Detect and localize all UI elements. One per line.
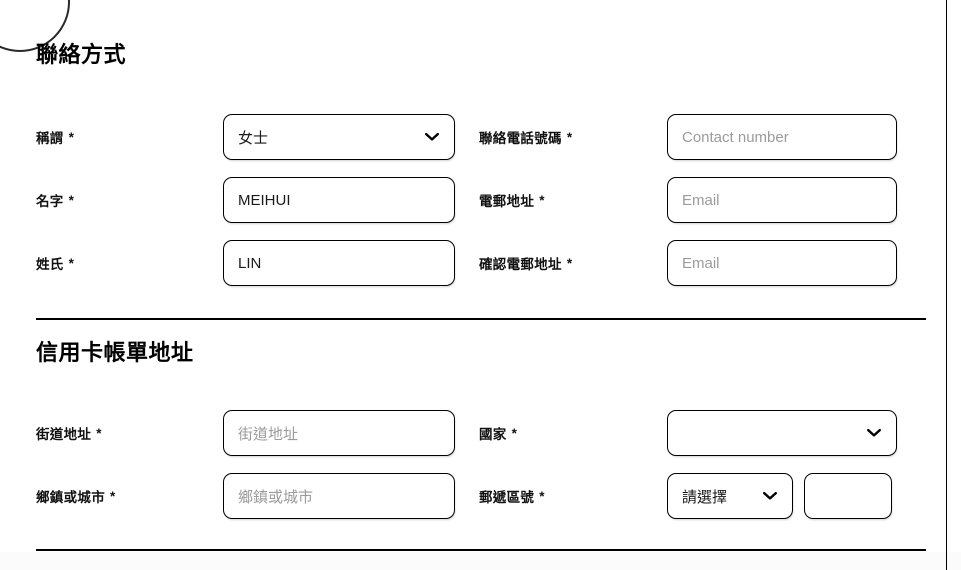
email-placeholder: Email <box>682 191 720 209</box>
confirm-email-input[interactable]: Email <box>667 240 897 286</box>
confirm-email-placeholder: Email <box>682 254 720 272</box>
city-placeholder: 鄉鎮或城市 <box>238 488 314 506</box>
postal-code-region-value: 請選擇 <box>682 488 728 506</box>
section-divider-bottom <box>36 549 926 551</box>
field-label-street-address: 街道地址 * <box>36 422 216 444</box>
label-text: 稱謂 <box>36 131 64 146</box>
field-label-confirm-email: 確認電郵地址 * <box>479 252 659 274</box>
contact-number-placeholder: Contact number <box>682 128 789 146</box>
country-select[interactable] <box>667 410 897 456</box>
postal-code-input[interactable] <box>804 473 892 519</box>
required-marker: * <box>68 255 74 271</box>
label-text: 確認電郵地址 <box>479 257 562 272</box>
required-marker: * <box>539 192 545 208</box>
first-name-input[interactable]: MEIHUI <box>223 177 455 223</box>
chevron-down-icon <box>424 129 440 145</box>
label-text: 姓氏 <box>36 257 64 272</box>
city-input[interactable]: 鄉鎮或城市 <box>223 473 455 519</box>
title-select[interactable]: 女士 <box>223 114 455 160</box>
email-input[interactable]: Email <box>667 177 897 223</box>
label-text: 聯絡電話號碼 <box>479 131 562 146</box>
required-marker: * <box>68 192 74 208</box>
label-text: 郵遞區號 <box>479 490 535 505</box>
page-root: 聯絡方式 稱謂 * 女士 聯絡電話號碼 * Contact number 名字 … <box>0 0 961 570</box>
panel-right-edge-rule <box>946 0 947 570</box>
chevron-down-icon <box>866 425 882 441</box>
street-address-input[interactable]: 街道地址 <box>223 410 455 456</box>
first-name-value: MEIHUI <box>238 191 291 209</box>
required-marker: * <box>68 129 74 145</box>
required-marker: * <box>511 425 517 441</box>
contact-number-input[interactable]: Contact number <box>667 114 897 160</box>
postal-code-group: 請選擇 <box>667 473 892 519</box>
form-content: 聯絡方式 稱謂 * 女士 聯絡電話號碼 * Contact number 名字 … <box>36 0 926 570</box>
field-label-contact-number: 聯絡電話號碼 * <box>479 126 659 148</box>
field-label-email: 電郵地址 * <box>479 189 659 211</box>
field-label-postal-code: 郵遞區號 * <box>479 485 659 507</box>
section-divider-top <box>36 318 926 320</box>
postal-code-region-select[interactable]: 請選擇 <box>667 473 793 519</box>
field-label-first-name: 名字 * <box>36 189 216 211</box>
label-text: 電郵地址 <box>479 194 535 209</box>
required-marker: * <box>566 255 573 271</box>
label-text: 名字 <box>36 194 64 209</box>
section-title-billing: 信用卡帳單地址 <box>36 340 194 365</box>
required-marker: * <box>110 488 116 504</box>
street-address-placeholder: 街道地址 <box>238 425 299 443</box>
section-title-contact: 聯絡方式 <box>36 42 127 67</box>
field-label-city: 鄉鎮或城市 * <box>36 485 216 507</box>
last-name-value: LIN <box>238 254 262 272</box>
field-label-country: 國家 * <box>479 422 659 444</box>
field-label-title: 稱謂 * <box>36 126 216 148</box>
label-text: 鄉鎮或城市 <box>36 490 105 505</box>
label-text: 街道地址 <box>36 427 92 442</box>
chevron-down-icon <box>762 488 778 504</box>
required-marker: * <box>539 488 545 504</box>
field-label-last-name: 姓氏 * <box>36 252 216 274</box>
label-text: 國家 <box>479 427 507 442</box>
required-marker: * <box>566 129 573 145</box>
title-select-value: 女士 <box>238 129 269 147</box>
last-name-input[interactable]: LIN <box>223 240 455 286</box>
required-marker: * <box>96 425 102 441</box>
